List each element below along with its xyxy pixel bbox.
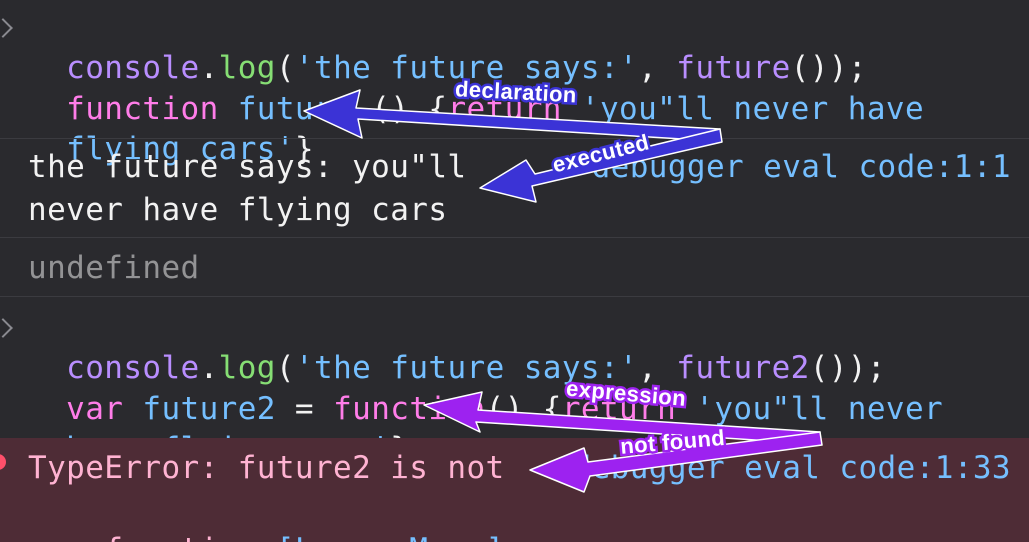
console-input-line[interactable]: console.log('the future says:', future()… [28,8,867,86]
code-token-string: 'you"ll never [676,391,944,427]
error-text: TypeError: future2 is not [28,450,505,486]
source-location-link[interactable]: debugger eval code:1:1 [592,147,1011,187]
input-prompt-icon [0,18,13,38]
console-separator [0,138,1029,139]
code-token-return: return [447,91,562,127]
error-text: a function [66,532,276,542]
console-input-line[interactable]: function future () {return 'you"ll never… [28,49,924,127]
code-token-string: 'you"ll never have [561,91,925,127]
console-result-value: undefined [28,250,200,286]
input-prompt-icon [0,318,13,338]
console-separator [0,296,1029,297]
console-log-output: never have flying cars [28,192,448,228]
console-input-line[interactable]: console.log('the future says:', future2(… [28,308,886,386]
code-token-params: () { [352,91,448,127]
error-text-line: a function [Learn More] [28,490,505,542]
learn-more-link[interactable]: [Learn More] [276,532,505,542]
console-input-line[interactable]: have flying cars'}; [28,389,428,467]
console-log-output: the future says: you"ll [28,149,467,185]
source-location-link[interactable]: debugger eval code:1:33 [573,448,1011,488]
code-token-return: return [561,391,677,427]
code-token-params: () { [485,391,562,427]
console-separator [0,237,1029,238]
console-input-line[interactable]: flying cars'} [28,89,314,167]
console-input-line[interactable]: var future2 = function() {return 'you"ll… [28,349,943,427]
